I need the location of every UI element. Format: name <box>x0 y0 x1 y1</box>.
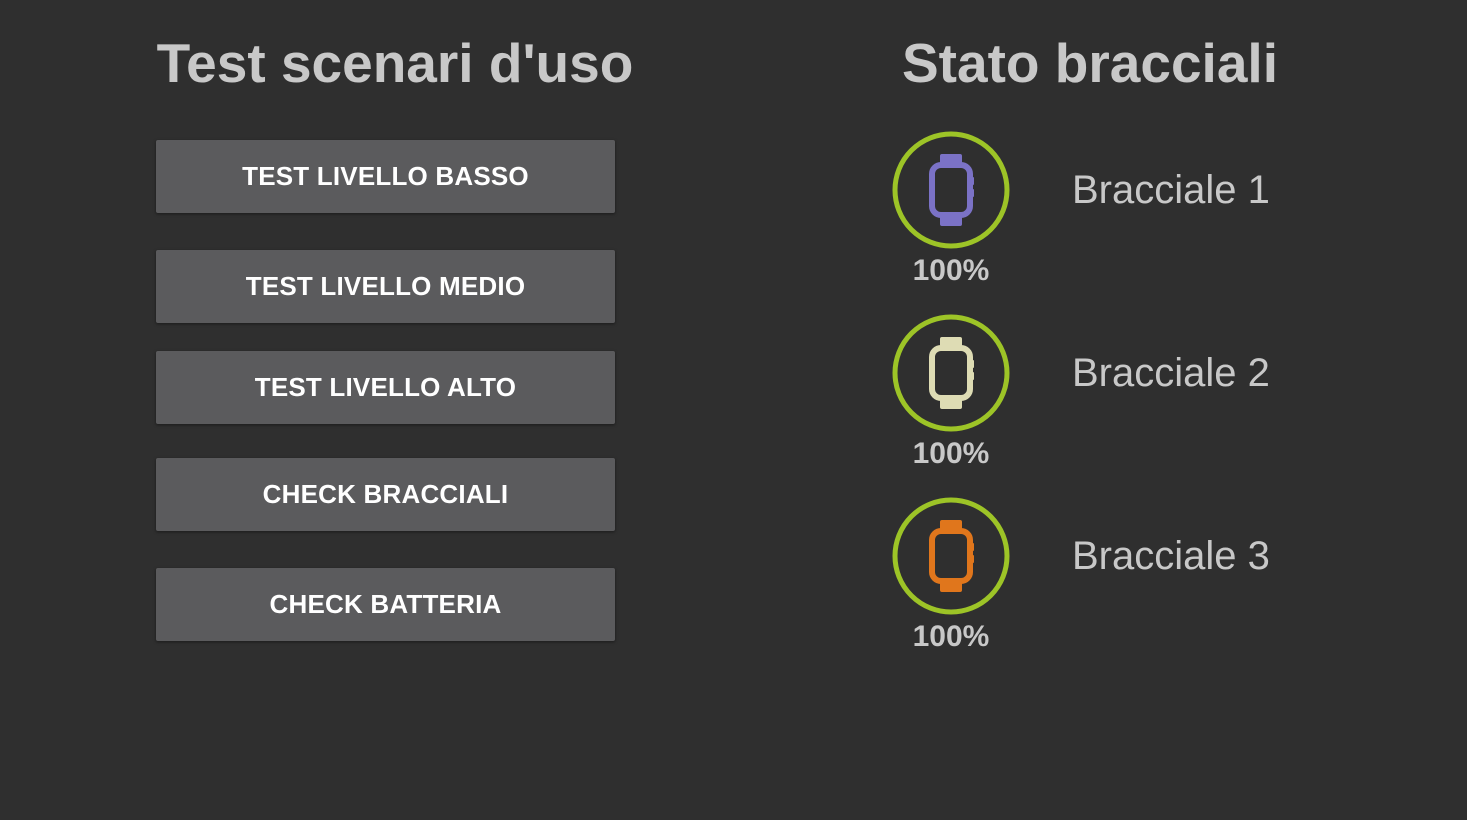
battery-ring <box>892 314 1010 432</box>
bracelet-status-2: 100% Bracciale 2 <box>880 313 1300 483</box>
test-scenarios-title: Test scenari d'uso <box>156 32 634 94</box>
test-low-level-button[interactable]: TEST LIVELLO BASSO <box>156 140 615 213</box>
battery-percent: 100% <box>912 254 990 287</box>
bracelet-status-title: Stato bracciali <box>902 32 1278 94</box>
smartwatch-icon <box>929 337 974 409</box>
battery-ring <box>892 497 1010 615</box>
smartwatch-icon <box>929 154 974 226</box>
battery-ring <box>892 131 1010 249</box>
bracelet-name: Bracciale 3 <box>1072 534 1270 578</box>
bracelet-name: Bracciale 2 <box>1072 351 1270 395</box>
check-battery-button[interactable]: CHECK BATTERIA <box>156 568 615 641</box>
check-bracelets-button[interactable]: CHECK BRACCIALI <box>156 458 615 531</box>
bracelet-name: Bracciale 1 <box>1072 168 1270 212</box>
battery-percent: 100% <box>912 620 990 653</box>
test-high-level-button[interactable]: TEST LIVELLO ALTO <box>156 351 615 424</box>
smartwatch-icon <box>929 520 974 592</box>
bracelet-status-3: 100% Bracciale 3 <box>880 496 1300 666</box>
battery-percent: 100% <box>912 437 990 470</box>
bracelet-status-1: 100% Bracciale 1 <box>880 130 1300 300</box>
test-medium-level-button[interactable]: TEST LIVELLO MEDIO <box>156 250 615 323</box>
